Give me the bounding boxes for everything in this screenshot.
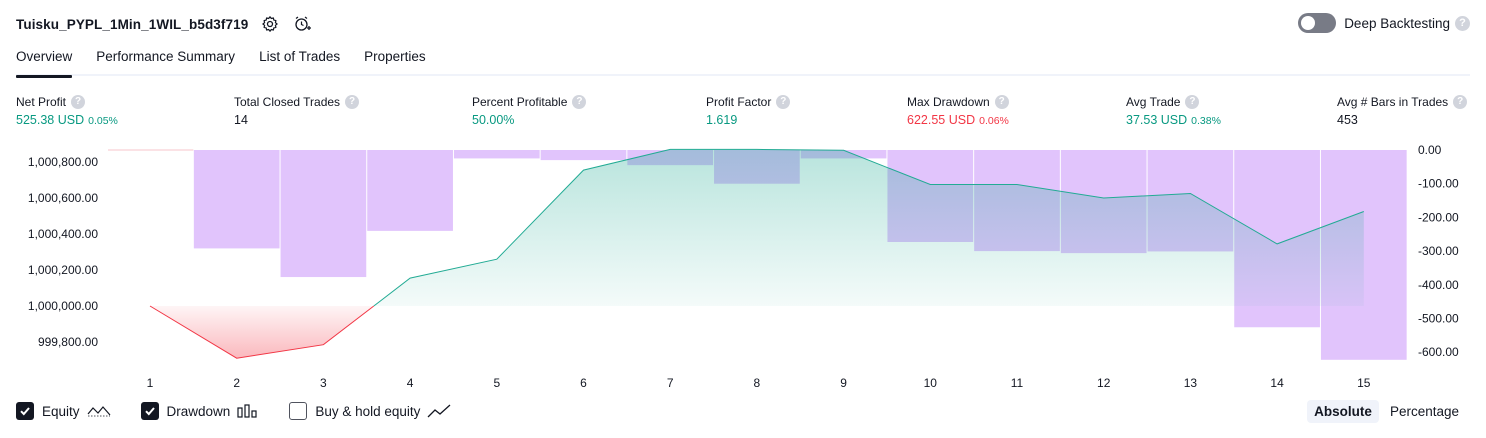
- metric-label: Max Drawdown: [907, 94, 990, 109]
- drawdown-bars-icon: [237, 404, 259, 418]
- x-axis-tick: 11: [1011, 376, 1024, 390]
- strategy-title: Tuisku_PYPL_1Min_1WIL_b5d3f719: [16, 16, 249, 32]
- metric-value: 1.619: [706, 113, 738, 127]
- metric-label: Profit Factor: [706, 94, 772, 109]
- metric-avg-trade: Avg Trade? 37.53 USD 0.38%: [1126, 93, 1221, 127]
- report-header: Tuisku_PYPL_1Min_1WIL_b5d3f719: [16, 12, 312, 36]
- info-icon[interactable]: ?: [776, 94, 791, 109]
- left-axis-tick: 1,000,400.00: [28, 227, 98, 241]
- value-mode-switch: Absolute Percentage: [1303, 400, 1466, 423]
- x-axis-tick: 10: [924, 376, 938, 390]
- info-icon[interactable]: ?: [994, 94, 1009, 109]
- deep-backtesting-toggle[interactable]: [1298, 13, 1337, 33]
- metric-profit-factor: Profit Factor? 1.619: [706, 93, 791, 127]
- right-axis-tick: -100.00: [1418, 177, 1459, 191]
- metric-percent: 0.38%: [1191, 115, 1221, 127]
- x-axis-tick: 3: [320, 376, 327, 390]
- equity-label: Equity: [42, 403, 80, 419]
- metric-total-closed-trades: Total Closed Trades? 14: [234, 93, 360, 127]
- drawdown-label: Drawdown: [166, 403, 231, 419]
- equity-line-icon: [87, 404, 111, 418]
- info-icon[interactable]: ?: [1453, 94, 1468, 109]
- metric-percent-profitable: Percent Profitable? 50.00%: [472, 93, 587, 127]
- checkbox-unchecked[interactable]: [289, 402, 308, 420]
- metrics-row: Net Profit? 525.38 USD 0.05% Total Closed…: [0, 93, 1486, 133]
- right-axis-tick: -300.00: [1418, 244, 1459, 258]
- buy-hold-checkbox[interactable]: Buy & hold equity: [289, 402, 451, 420]
- metric-value: 453: [1337, 113, 1358, 127]
- drawdown-bar: [453, 150, 540, 159]
- settings-icon[interactable]: [260, 14, 280, 34]
- add-alert-icon[interactable]: [292, 14, 312, 34]
- right-axis-tick: -200.00: [1418, 210, 1459, 224]
- x-axis-tick: 13: [1184, 376, 1198, 390]
- checkbox-checked[interactable]: [140, 402, 159, 420]
- info-icon[interactable]: ?: [71, 94, 86, 109]
- x-axis-tick: 15: [1357, 376, 1371, 390]
- right-axis-tick: 0.00: [1418, 143, 1442, 157]
- checkbox-checked[interactable]: [16, 402, 34, 420]
- metric-label: Total Closed Trades: [234, 94, 341, 109]
- info-icon[interactable]: ?: [572, 94, 587, 109]
- percentage-button[interactable]: Percentage: [1383, 400, 1466, 423]
- metric-net-profit: Net Profit? 525.38 USD 0.05%: [16, 93, 118, 127]
- equity-checkbox[interactable]: Equity: [16, 402, 111, 420]
- left-axis-tick: 1,000,000.00: [28, 299, 98, 313]
- x-axis-tick: 1: [147, 376, 154, 390]
- x-axis-tick: 6: [580, 376, 587, 390]
- tab-properties[interactable]: Properties: [364, 44, 426, 76]
- metric-value: 37.53 USD: [1126, 113, 1188, 127]
- x-axis-tick: 4: [407, 376, 414, 390]
- info-icon[interactable]: ?: [1185, 94, 1200, 109]
- deep-backtesting: Deep Backtesting ?: [1298, 13, 1470, 33]
- metric-label: Net Profit: [16, 94, 67, 109]
- help-icon[interactable]: ?: [1455, 15, 1470, 31]
- x-axis-tick: 7: [667, 376, 674, 390]
- left-axis-tick: 1,000,200.00: [28, 263, 98, 277]
- absolute-button[interactable]: Absolute: [1307, 400, 1379, 423]
- metric-label: Percent Profitable: [472, 94, 568, 109]
- info-icon[interactable]: ?: [345, 94, 360, 109]
- right-axis-tick: -500.00: [1418, 312, 1459, 326]
- chart-legend: Equity Drawdown Buy & hold equity: [16, 402, 481, 420]
- x-axis-tick: 14: [1270, 376, 1284, 390]
- metric-value: 525.38 USD: [16, 113, 85, 127]
- left-axis-tick: 999,800.00: [38, 335, 98, 349]
- left-axis-tick: 1,000,800.00: [28, 155, 98, 169]
- x-axis-tick: 9: [840, 376, 847, 390]
- metric-value: 622.55 USD: [907, 113, 976, 127]
- right-axis-tick: -600.00: [1418, 345, 1459, 359]
- metric-percent: 0.06%: [979, 115, 1009, 127]
- metric-avg-bars: Avg # Bars in Trades? 453: [1337, 93, 1468, 127]
- equity-drawdown-chart[interactable]: 1,000,800.00 1,000,600.00 1,000,400.00 1,00…: [0, 140, 1486, 395]
- drawdown-checkbox[interactable]: Drawdown: [140, 402, 260, 420]
- metric-value: 50.00%: [472, 113, 515, 127]
- tab-overview[interactable]: Overview: [16, 44, 73, 78]
- drawdown-bar: [540, 150, 627, 161]
- drawdown-bar: [280, 150, 367, 278]
- metric-percent: 0.05%: [88, 115, 118, 127]
- buy-hold-label: Buy & hold equity: [315, 403, 421, 419]
- deep-backtesting-label: Deep Backtesting: [1344, 15, 1450, 31]
- metric-max-drawdown: Max Drawdown? 622.55 USD 0.06%: [907, 93, 1009, 127]
- metric-value: 14: [234, 113, 248, 127]
- right-axis-tick: -400.00: [1418, 278, 1459, 292]
- left-axis-tick: 1,000,600.00: [28, 191, 98, 205]
- drawdown-bar: [193, 150, 280, 249]
- buy-hold-line-icon: [427, 404, 451, 418]
- x-axis-tick: 12: [1097, 376, 1111, 390]
- metric-label: Avg # Bars in Trades: [1337, 94, 1449, 109]
- x-axis-tick: 8: [754, 376, 761, 390]
- x-axis-tick: 5: [493, 376, 500, 390]
- x-axis-tick: 2: [233, 376, 240, 390]
- report-tabs: Overview Performance Summary List of Tra…: [16, 44, 1470, 78]
- metric-label: Avg Trade: [1126, 94, 1181, 109]
- tab-performance-summary[interactable]: Performance Summary: [96, 44, 235, 76]
- tab-list-of-trades[interactable]: List of Trades: [259, 44, 340, 76]
- drawdown-bar: [367, 150, 453, 231]
